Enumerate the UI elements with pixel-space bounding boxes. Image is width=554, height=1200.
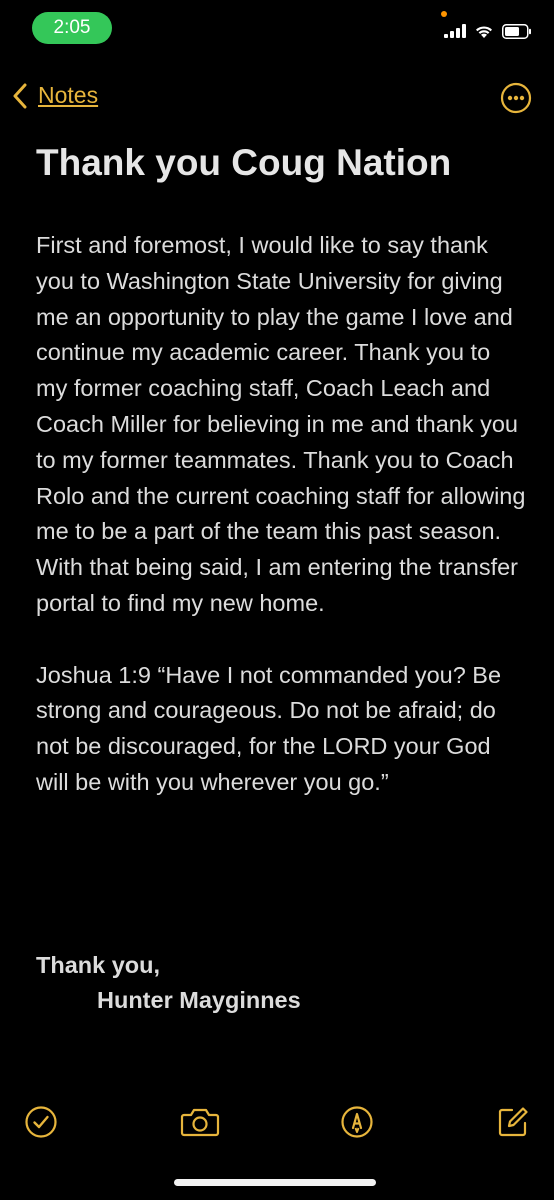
camera-button[interactable] bbox=[180, 1104, 220, 1140]
home-indicator[interactable] bbox=[174, 1179, 376, 1186]
note-signoff: Thank you, bbox=[36, 952, 161, 978]
checklist-button[interactable] bbox=[23, 1104, 59, 1140]
note-body[interactable]: First and foremost, I would like to say … bbox=[36, 228, 526, 801]
more-options-icon[interactable] bbox=[500, 82, 532, 114]
chevron-left-icon bbox=[13, 83, 27, 108]
markup-icon bbox=[341, 1106, 373, 1138]
battery-icon bbox=[502, 23, 531, 39]
back-button[interactable]: Notes bbox=[12, 82, 98, 109]
privacy-indicator-dot bbox=[441, 11, 447, 17]
status-time: 2:05 bbox=[32, 12, 112, 44]
back-label: Notes bbox=[38, 82, 99, 108]
markup-button[interactable] bbox=[339, 1104, 375, 1140]
note-title[interactable]: Thank you Coug Nation bbox=[36, 142, 526, 184]
checklist-icon bbox=[25, 1106, 57, 1138]
note-signature: Hunter Mayginnes bbox=[97, 987, 301, 1013]
compose-icon bbox=[498, 1107, 528, 1137]
nav-bar: Notes bbox=[0, 80, 554, 120]
note-paragraph: First and foremost, I would like to say … bbox=[36, 232, 526, 616]
compose-button[interactable] bbox=[495, 1104, 531, 1140]
camera-icon bbox=[180, 1108, 220, 1137]
cellular-signal-icon bbox=[444, 24, 466, 38]
status-icons bbox=[444, 22, 532, 40]
note-paragraph: Joshua 1:9 “Have I not commanded you? Be… bbox=[36, 661, 502, 795]
wifi-icon bbox=[476, 25, 492, 38]
status-bar: 2:05 bbox=[0, 0, 554, 60]
bottom-toolbar bbox=[0, 1104, 554, 1144]
